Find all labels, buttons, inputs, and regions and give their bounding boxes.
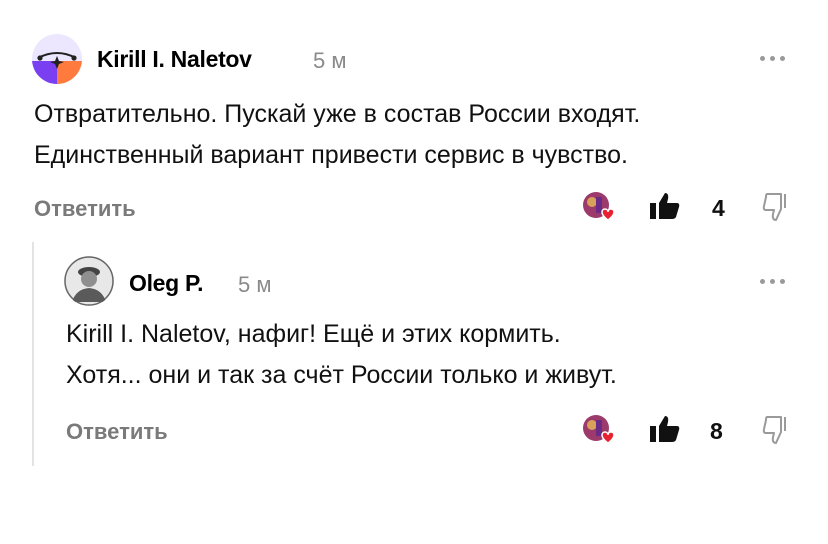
comment-text-line: Kirill I. Naletov, нафиг! Ещё и этих кор…: [66, 320, 561, 348]
comment-text-line: Отвратительно. Пускай уже в состав Росси…: [34, 100, 641, 128]
reply-button[interactable]: Ответить: [34, 196, 136, 222]
timestamp: 5 м: [313, 48, 347, 73]
thumbs-up-icon[interactable]: [648, 191, 682, 221]
reply-button[interactable]: Ответить: [66, 419, 168, 445]
more-options-icon[interactable]: [760, 56, 785, 61]
thumbs-down-icon[interactable]: [762, 191, 792, 221]
reactions-icon[interactable]: [582, 414, 615, 444]
thread-line: [32, 242, 34, 466]
thumbs-up-icon[interactable]: [648, 414, 682, 444]
comment-text-line: Хотя... они и так за счёт России только …: [66, 361, 617, 389]
avatar[interactable]: [64, 256, 114, 306]
like-count: 8: [710, 418, 723, 444]
thumbs-down-icon[interactable]: [762, 414, 792, 444]
timestamp: 5 м: [238, 272, 272, 297]
author-name[interactable]: Oleg P.: [129, 270, 203, 297]
more-options-icon[interactable]: [760, 279, 785, 284]
comment-text-line: Единственный вариант привести сервис в ч…: [34, 141, 628, 169]
reactions-icon[interactable]: [582, 191, 615, 221]
avatar[interactable]: [32, 34, 82, 84]
like-count: 4: [712, 195, 725, 221]
author-name[interactable]: Kirill I. Naletov: [97, 46, 252, 73]
